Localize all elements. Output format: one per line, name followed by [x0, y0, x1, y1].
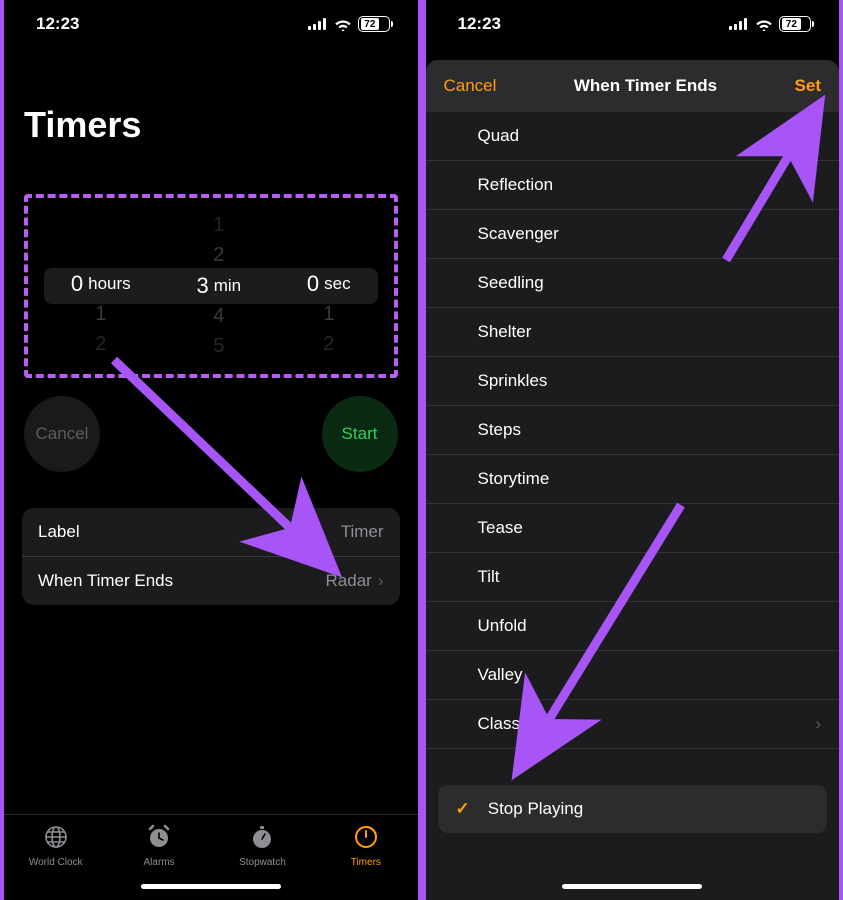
- battery-icon: 72: [358, 16, 390, 32]
- hours-column[interactable]: 0hours 1 2: [71, 216, 131, 356]
- when-ends-title: When Timer Ends: [38, 571, 173, 591]
- phone-screen-timers: 12:23 72 Timers 0hours 1 2 1 2: [0, 0, 422, 900]
- wifi-icon: [755, 18, 773, 31]
- sound-item[interactable]: Classic›: [426, 700, 840, 749]
- sound-item[interactable]: Reflection: [426, 161, 840, 210]
- time-picker-highlight: 0hours 1 2 1 2 3min 4 5 0sec 1 2: [24, 194, 398, 378]
- set-button[interactable]: Set: [795, 76, 821, 96]
- checkmark-icon: ✓: [456, 799, 470, 819]
- sound-item[interactable]: Quad: [426, 112, 840, 161]
- stopwatch-icon: [248, 823, 276, 854]
- cellular-signal-icon: [308, 18, 328, 30]
- sound-item[interactable]: Seedling: [426, 259, 840, 308]
- home-indicator[interactable]: [426, 872, 840, 900]
- seconds-column[interactable]: 0sec 1 2: [307, 216, 351, 356]
- phone-screen-when-timer-ends: 12:23 72 Cancel When Timer Ends Set Quad…: [422, 0, 843, 900]
- sheet-header: Cancel When Timer Ends Set: [426, 60, 840, 112]
- label-row-title: Label: [38, 522, 80, 542]
- timer-icon: [352, 823, 380, 854]
- sound-item[interactable]: Scavenger: [426, 210, 840, 259]
- modal-sheet: Cancel When Timer Ends Set QuadReflectio…: [426, 60, 840, 900]
- status-bar: 12:23 72: [4, 0, 418, 48]
- when-timer-ends-row[interactable]: When Timer Ends Radar ›: [22, 556, 400, 605]
- when-ends-value: Radar: [326, 571, 372, 591]
- tab-bar: World Clock Alarms Stopwatch Timers: [4, 814, 418, 872]
- home-indicator[interactable]: [4, 872, 418, 900]
- sound-list[interactable]: QuadReflectionScavengerSeedlingShelterSp…: [426, 112, 840, 900]
- chevron-right-icon: ›: [815, 714, 821, 734]
- tab-alarms[interactable]: Alarms: [107, 823, 210, 868]
- sound-item[interactable]: Unfold: [426, 602, 840, 651]
- tab-stopwatch[interactable]: Stopwatch: [211, 823, 314, 868]
- chevron-right-icon: ›: [378, 571, 384, 591]
- alarm-clock-icon: [145, 823, 173, 854]
- start-button[interactable]: Start: [322, 396, 398, 472]
- sound-item[interactable]: Steps: [426, 406, 840, 455]
- globe-icon: [42, 823, 70, 854]
- status-bar: 12:23 72: [426, 0, 840, 48]
- cancel-button[interactable]: Cancel: [24, 396, 100, 472]
- label-row-value: Timer: [341, 522, 384, 542]
- wifi-icon: [334, 18, 352, 31]
- sound-item[interactable]: Storytime: [426, 455, 840, 504]
- sound-item[interactable]: Valley: [426, 651, 840, 700]
- page-title: Timers: [4, 48, 418, 170]
- stop-playing-item[interactable]: ✓ Stop Playing: [438, 785, 828, 833]
- cancel-button[interactable]: Cancel: [444, 76, 497, 96]
- sound-item[interactable]: Tease: [426, 504, 840, 553]
- status-time: 12:23: [458, 14, 501, 34]
- minutes-column[interactable]: 1 2 3min 4 5: [196, 216, 241, 356]
- sound-item[interactable]: Sprinkles: [426, 357, 840, 406]
- sound-item[interactable]: Shelter: [426, 308, 840, 357]
- tab-timers[interactable]: Timers: [314, 823, 417, 868]
- tab-world-clock[interactable]: World Clock: [4, 823, 107, 868]
- timer-settings-card: Label Timer When Timer Ends Radar ›: [22, 508, 400, 605]
- time-picker[interactable]: 0hours 1 2 1 2 3min 4 5 0sec 1 2: [38, 216, 384, 356]
- battery-icon: 72: [779, 16, 811, 32]
- stop-playing-label: Stop Playing: [488, 799, 583, 819]
- label-row[interactable]: Label Timer: [22, 508, 400, 556]
- sound-item[interactable]: Tilt: [426, 553, 840, 602]
- sheet-title: When Timer Ends: [574, 76, 717, 96]
- status-time: 12:23: [36, 14, 79, 34]
- cellular-signal-icon: [729, 18, 749, 30]
